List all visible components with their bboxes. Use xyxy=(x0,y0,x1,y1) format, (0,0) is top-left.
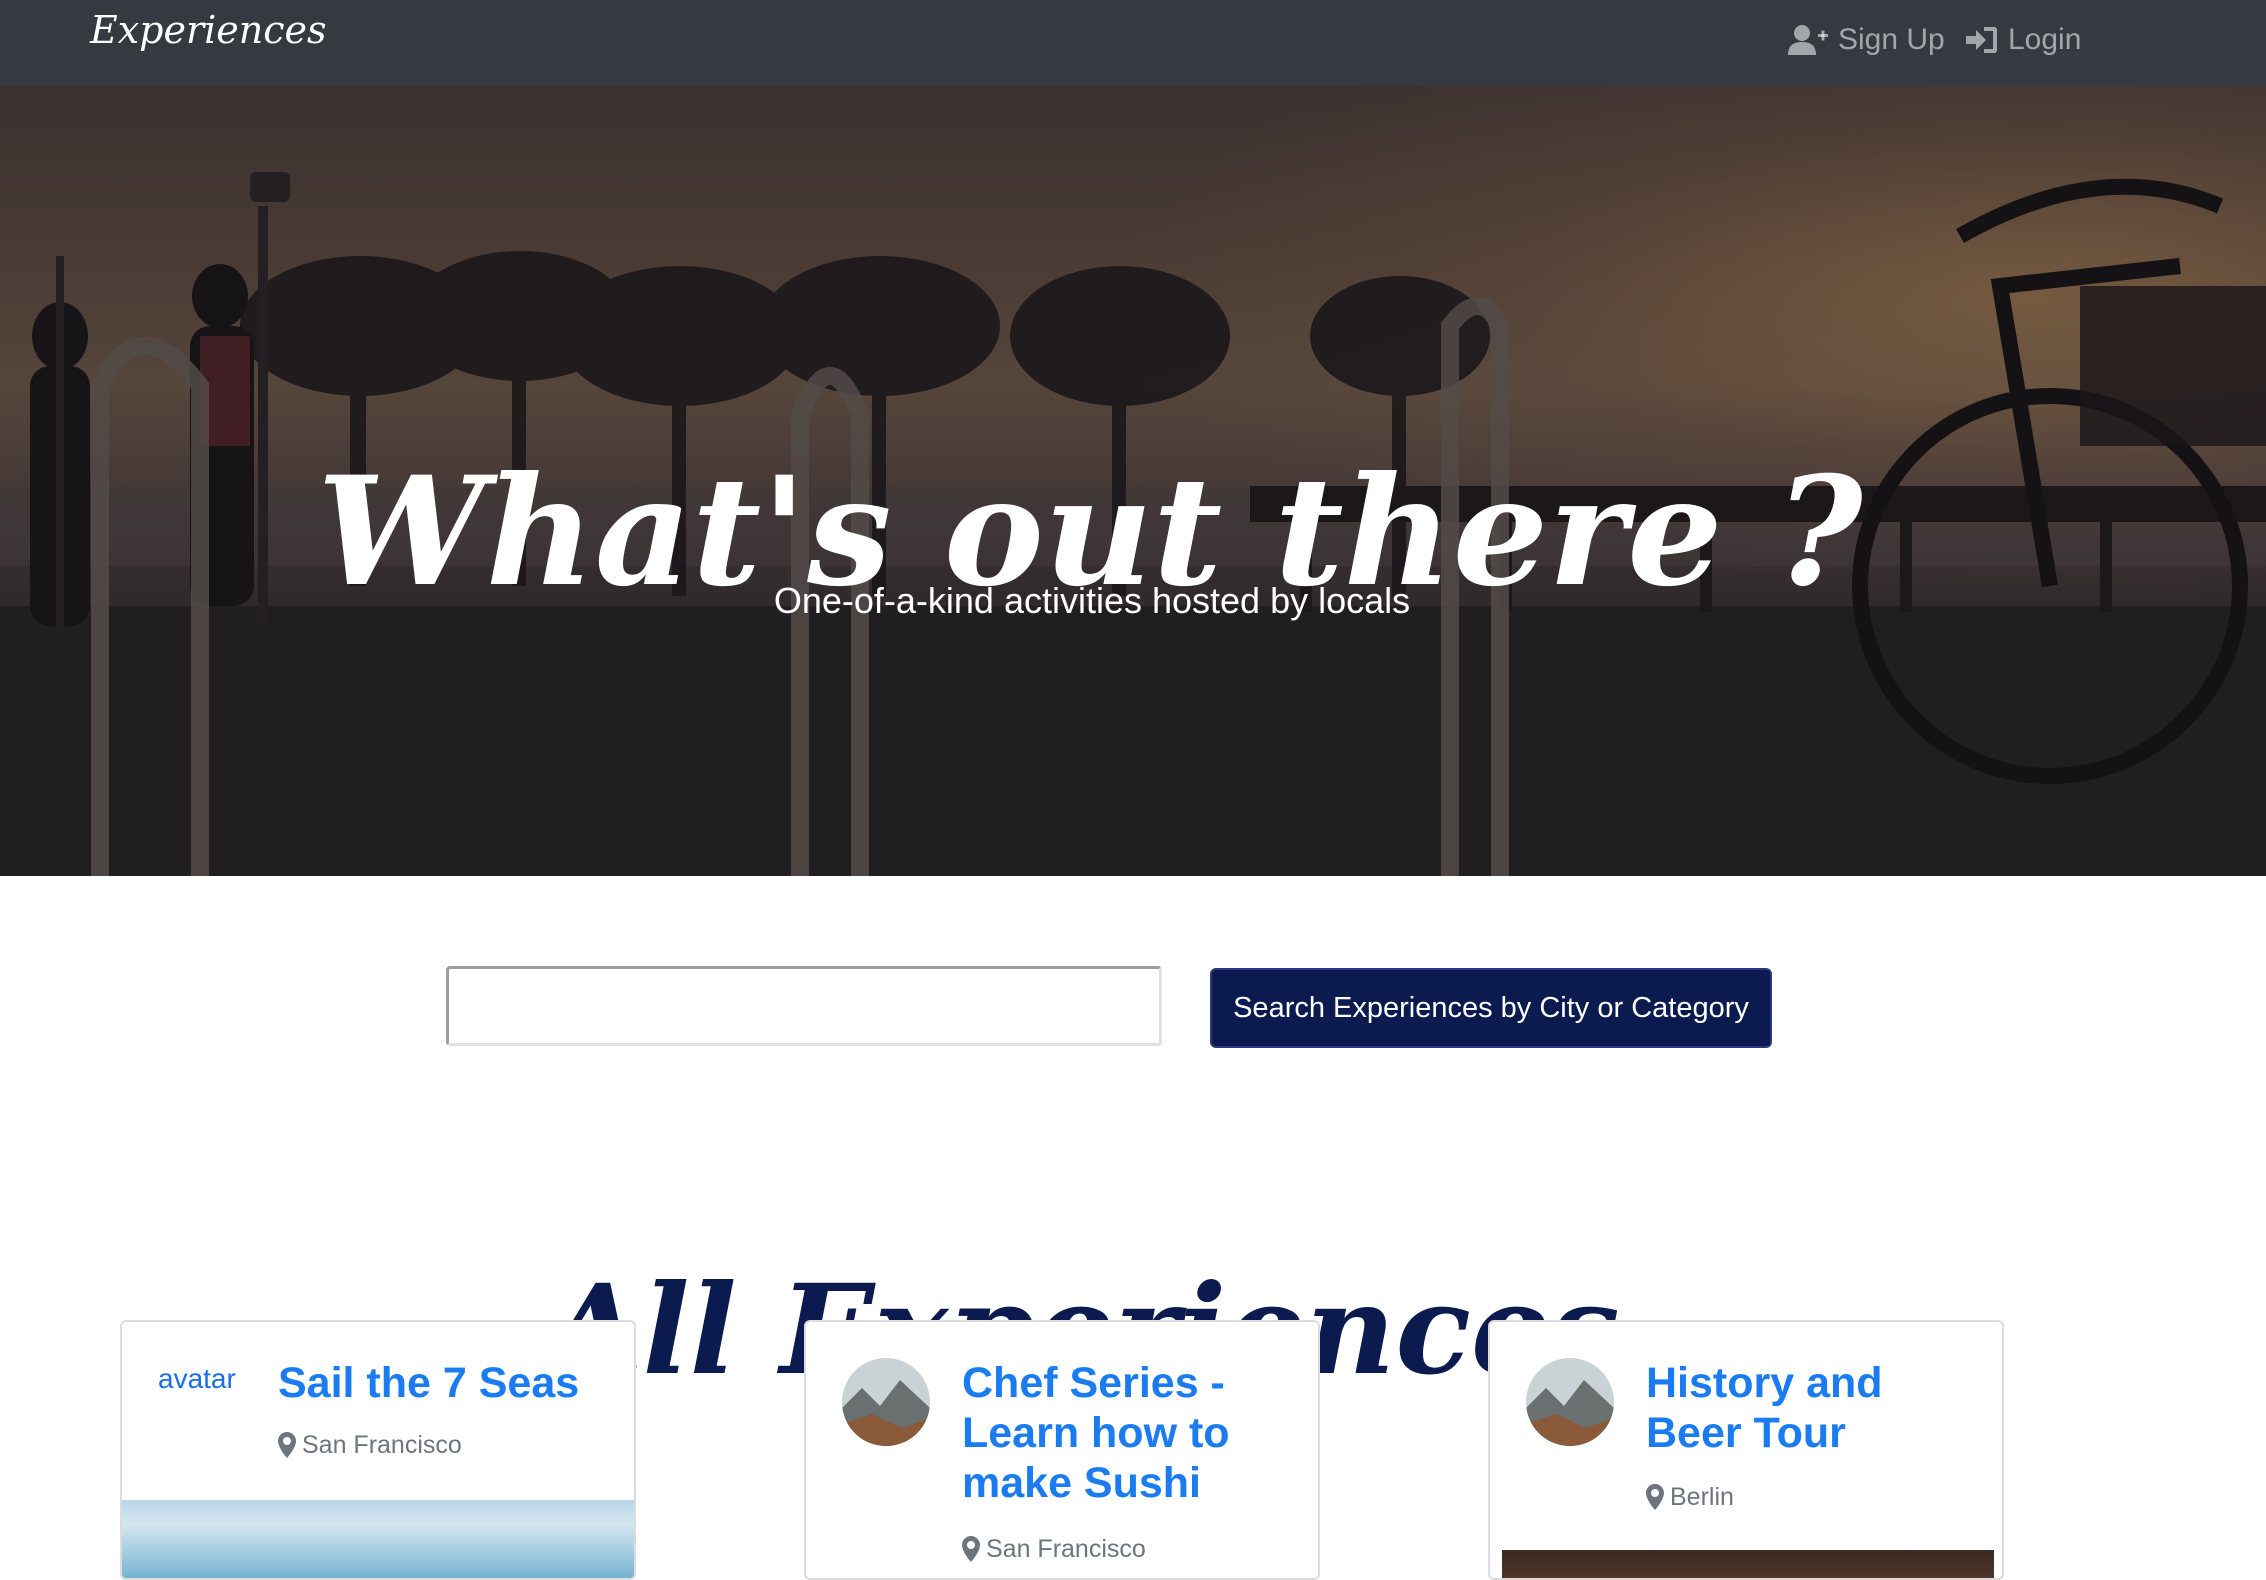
experience-location: Berlin xyxy=(1646,1480,1734,1514)
experience-title[interactable]: Chef Series - Learn how to make Sushi xyxy=(962,1358,1302,1508)
location-label: San Francisco xyxy=(302,1430,462,1459)
avatar xyxy=(1526,1358,1614,1446)
avatar-broken-image: avatar xyxy=(158,1363,236,1394)
experience-card[interactable]: Chef Series - Learn how to make Sushi Sa… xyxy=(804,1320,1320,1580)
brand-logo[interactable]: Experiences xyxy=(90,8,327,52)
experience-location: San Francisco xyxy=(278,1428,462,1462)
search-button[interactable]: Search Experiences by City or Category xyxy=(1210,968,1772,1048)
login-label: Login xyxy=(2008,23,2082,56)
location-label: Berlin xyxy=(1670,1482,1734,1511)
map-marker-icon xyxy=(962,1536,980,1562)
experience-location: San Francisco xyxy=(962,1532,1146,1566)
experience-card[interactable]: History and Beer Tour Berlin xyxy=(1488,1320,2004,1580)
search-input[interactable] xyxy=(446,966,1162,1046)
signup-link[interactable]: Sign Up xyxy=(1788,18,1945,62)
experience-title[interactable]: Sail the 7 Seas xyxy=(278,1358,618,1408)
experience-photo[interactable] xyxy=(122,1500,634,1578)
avatar xyxy=(842,1358,930,1446)
experience-photo[interactable] xyxy=(1502,1550,1994,1578)
hero-banner: What's out there ? One-of-a-kind activit… xyxy=(0,86,2266,876)
signup-label: Sign Up xyxy=(1838,23,1945,56)
experience-title[interactable]: History and Beer Tour xyxy=(1646,1358,1986,1458)
map-marker-icon xyxy=(1646,1484,1664,1510)
login-link[interactable]: Login xyxy=(1966,18,2081,62)
user-plus-icon xyxy=(1788,25,1828,55)
hero-subtitle: One-of-a-kind activities hosted by local… xyxy=(773,580,1411,621)
map-marker-icon xyxy=(278,1432,296,1458)
top-navbar: Experiences Sign Up Login xyxy=(0,0,2266,86)
experience-card[interactable]: avatar Sail the 7 Seas San Francisco xyxy=(120,1320,636,1580)
sign-in-icon xyxy=(1966,27,1997,53)
location-label: San Francisco xyxy=(986,1534,1146,1563)
